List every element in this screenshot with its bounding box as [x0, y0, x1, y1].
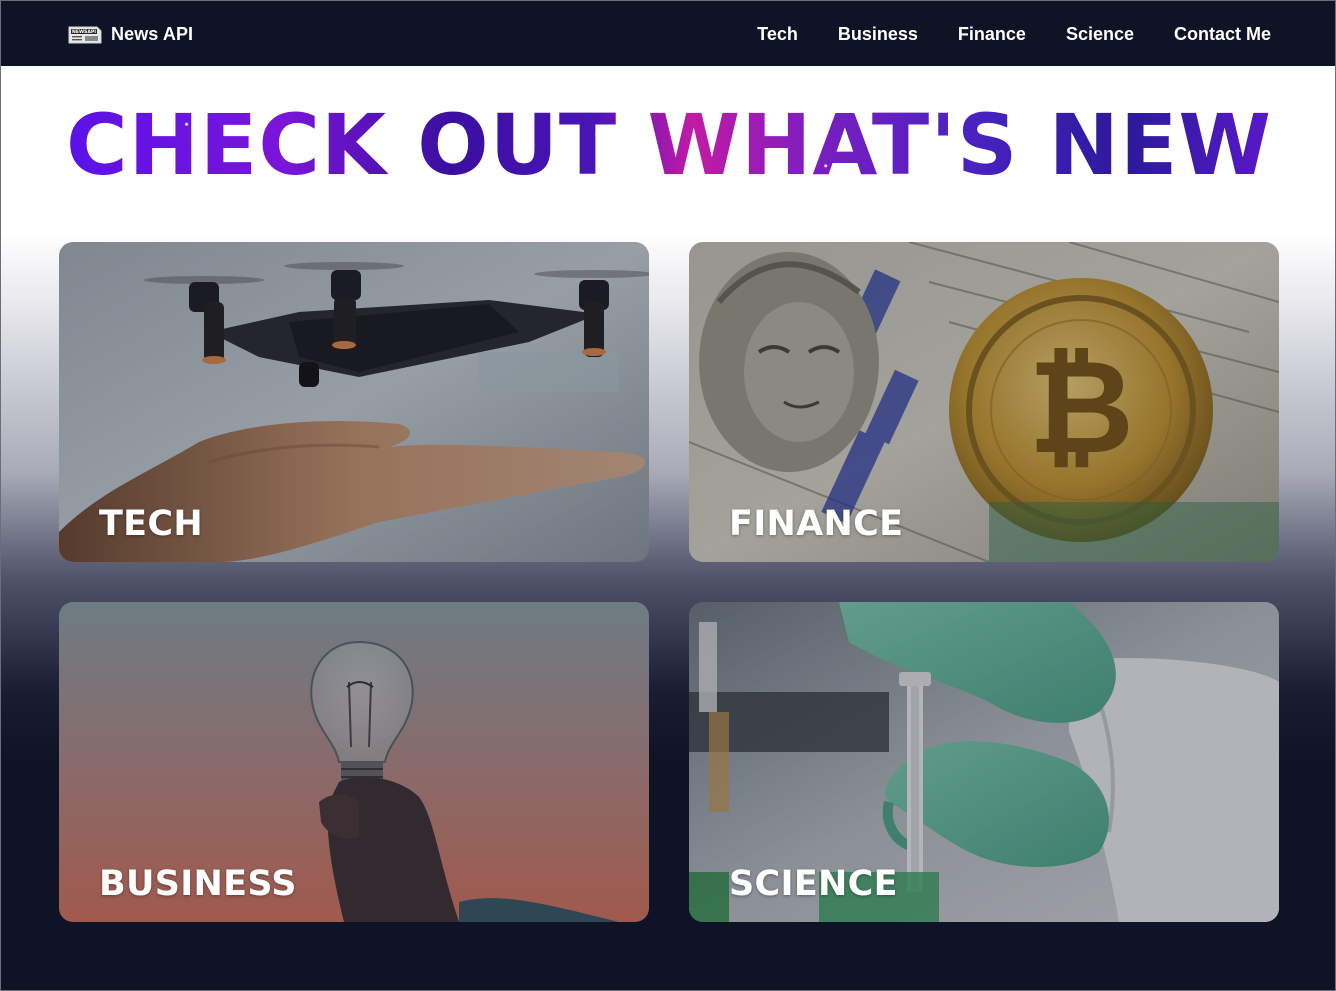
category-card-tech[interactable]: TECH: [59, 242, 649, 562]
category-card-business[interactable]: BUSINESS: [59, 602, 649, 922]
card-label-tech: TECH: [99, 504, 203, 544]
card-label-finance: FINANCE: [729, 504, 904, 544]
newspaper-icon: NEWSAPI: [68, 26, 102, 44]
hero: CHECK OUT WHAT'S NEW: [1, 93, 1335, 197]
card-label-business: BUSINESS: [99, 864, 297, 904]
nav-links: Tech Business Finance Science Contact Me: [757, 21, 1271, 47]
nav-link-tech[interactable]: Tech: [757, 21, 798, 47]
nav-link-science[interactable]: Science: [1066, 21, 1134, 47]
logo-wordmark: NEWSAPI: [72, 29, 96, 35]
hero-title: CHECK OUT WHAT'S NEW: [65, 93, 1272, 197]
category-card-finance[interactable]: ₿ FINANCE: [689, 242, 1279, 562]
nav-link-business[interactable]: Business: [838, 21, 918, 47]
nav-link-finance[interactable]: Finance: [958, 21, 1026, 47]
top-navbar: NEWSAPI News API Tech Business Finance S…: [1, 1, 1335, 66]
card-label-science: SCIENCE: [729, 864, 898, 904]
brand-name: News API: [111, 23, 194, 44]
brand[interactable]: NEWSAPI News API: [67, 21, 193, 47]
category-card-science[interactable]: SCIENCE: [689, 602, 1279, 922]
page: NEWSAPI News API Tech Business Finance S…: [0, 0, 1336, 991]
nav-link-contact[interactable]: Contact Me: [1174, 21, 1271, 47]
